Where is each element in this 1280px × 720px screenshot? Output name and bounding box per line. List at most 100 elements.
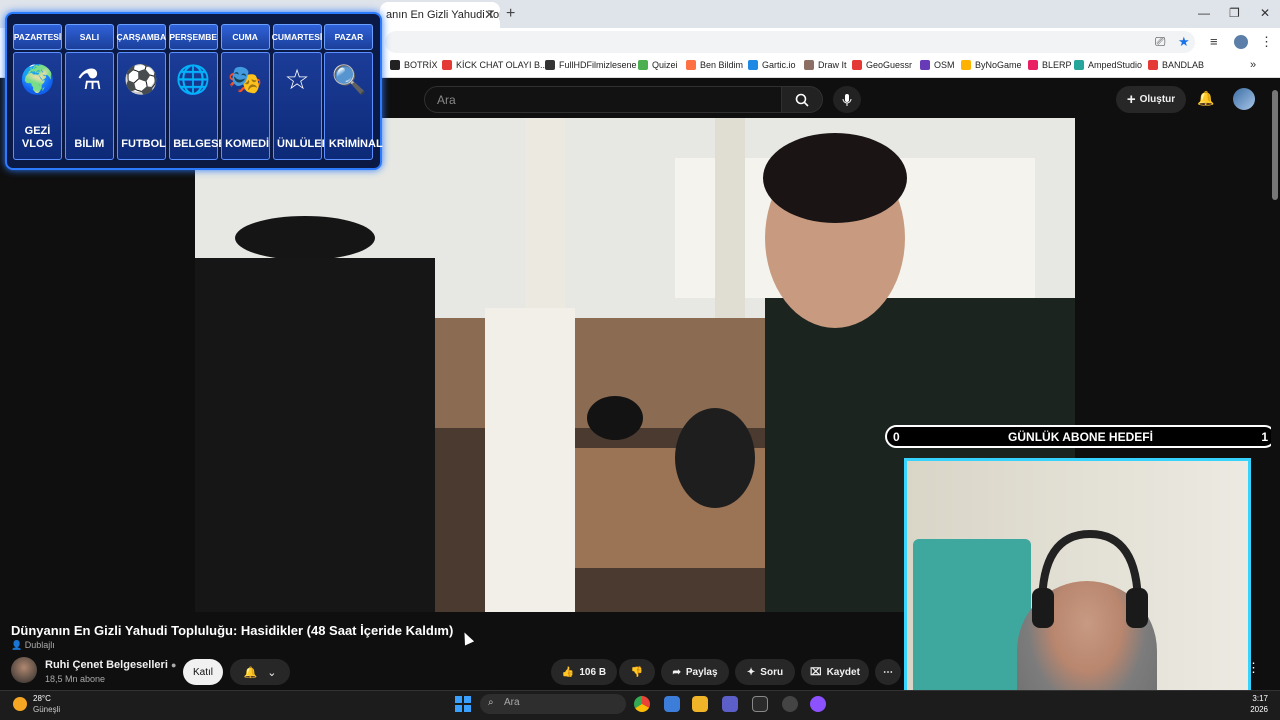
bookmark-label: GeoGuessr	[866, 60, 913, 70]
scrollbar-thumb[interactable]	[1272, 90, 1278, 200]
chevron-down-icon: ⌄	[267, 666, 277, 679]
bookmark-item[interactable]: BLERP	[1028, 60, 1072, 70]
streaming-app-taskbar-icon[interactable]	[810, 696, 826, 712]
share-label: Paylaş	[685, 666, 718, 678]
bookmark-item[interactable]: Draw It	[804, 60, 847, 70]
bookmarks-overflow-icon[interactable]: »	[1250, 59, 1256, 71]
user-avatar[interactable]	[1233, 88, 1255, 110]
webcam-overlay	[904, 458, 1251, 718]
taskbar-search[interactable]: Ara	[480, 694, 626, 714]
goal-current: 0	[893, 430, 900, 444]
dislike-button[interactable]: 👎	[619, 659, 655, 685]
bookmark-label: KİCK CHAT OLAYI B...	[456, 60, 548, 70]
bookmark-item[interactable]: Ben Bildim	[686, 60, 743, 70]
schedule-topic-icon: 🎭	[227, 64, 263, 95]
schedule-topic-icon: 🔍	[331, 64, 367, 95]
explorer-taskbar-icon[interactable]	[692, 696, 708, 712]
bookmark-favicon-icon	[545, 60, 555, 70]
bookmark-item[interactable]: GeoGuessr	[852, 60, 912, 70]
weather-desc[interactable]: Güneşli	[33, 705, 60, 714]
search-input[interactable]: Ara	[424, 86, 782, 113]
cast-icon[interactable]: ⎚	[1155, 34, 1165, 50]
media-icon[interactable]: ≡	[1210, 34, 1218, 49]
schedule-card: ⚗ BİLİM	[64, 52, 114, 160]
create-label: Oluştur	[1139, 94, 1176, 105]
more-vertical-icon[interactable]: ⋮	[1247, 660, 1260, 676]
headphones-icon	[1032, 529, 1148, 628]
schedule-day: SALI	[64, 24, 114, 50]
address-bar[interactable]	[385, 31, 1195, 53]
bell-icon: 🔔	[243, 666, 258, 679]
bookmark-label: Ben Bildim	[700, 60, 744, 70]
more-actions-button[interactable]: ⋯	[875, 659, 901, 685]
bookmark-item[interactable]: BOTRİX	[390, 60, 438, 70]
epic-games-taskbar-icon[interactable]	[752, 696, 768, 712]
clock-time[interactable]: 3:17	[1248, 694, 1268, 703]
subscription-bell-button[interactable]: 🔔 ⌄	[230, 659, 290, 685]
new-tab-button[interactable]: +	[506, 5, 515, 23]
channel-subscribers: 18,5 Mn abone	[45, 674, 106, 684]
save-button[interactable]: ⌧ Kaydet	[801, 659, 869, 685]
like-button[interactable]: 👍 106 B	[551, 659, 617, 685]
schedule-topic-icon: ⚽	[123, 64, 159, 95]
steam-taskbar-icon[interactable]	[782, 696, 798, 712]
sun-icon[interactable]	[13, 697, 27, 711]
chrome-taskbar-icon[interactable]	[634, 696, 650, 712]
bookmark-star-icon[interactable]: ★	[1178, 34, 1190, 50]
bookmark-item[interactable]: Quizei	[638, 60, 678, 70]
bookmark-item[interactable]: ByNoGame	[961, 60, 1022, 70]
ask-button[interactable]: ✦ Soru	[735, 659, 795, 685]
share-button[interactable]: ➦ Paylaş	[661, 659, 729, 685]
bookmark-item[interactable]: OSM	[920, 60, 955, 70]
schedule-topic: FUTBOL	[121, 138, 166, 150]
bookmark-item[interactable]: Gartic.io	[748, 60, 796, 70]
weather-temp[interactable]: 28°C	[33, 694, 51, 703]
teams-taskbar-icon[interactable]	[722, 696, 738, 712]
mic-icon	[842, 93, 852, 106]
schedule-topic: KRİMİNAL	[328, 138, 383, 150]
schedule-card: ⚽ FUTBOL	[116, 52, 166, 160]
browser-tab[interactable]: anın En Gizli Yahudi Toplul	[380, 2, 500, 28]
close-window-icon[interactable]: ✕	[1260, 6, 1270, 20]
schedule-card: 🔍 KRİMİNAL	[324, 52, 383, 160]
photos-taskbar-icon[interactable]	[664, 696, 680, 712]
create-button[interactable]: + Oluştur	[1116, 86, 1186, 113]
bookmark-icon: ⌧	[810, 666, 822, 678]
bookmark-item[interactable]: FullHDFilmizlesene	[545, 60, 637, 70]
bookmark-item[interactable]: KİCK CHAT OLAYI B...	[442, 60, 548, 70]
channel-name[interactable]: Ruhi Çenet Belgeselleri ●	[45, 659, 176, 671]
bookmark-label: Gartic.io	[762, 60, 796, 70]
ask-label: Soru	[760, 666, 784, 678]
menu-dots-icon[interactable]: ⋮	[1260, 34, 1273, 50]
verified-icon: ●	[170, 660, 177, 670]
bookmark-favicon-icon	[852, 60, 862, 70]
bookmark-label: BOTRİX	[404, 60, 438, 70]
search-button[interactable]	[781, 86, 823, 113]
schedule-day: ÇARŞAMBA	[117, 24, 166, 50]
voice-search-button[interactable]	[833, 86, 861, 113]
schedule-topic-icon: 🌍	[20, 64, 55, 95]
join-button[interactable]: Katıl	[183, 659, 223, 685]
video-title: Dünyanın En Gizli Yahudi Topluluğu: Hasi…	[11, 623, 454, 638]
schedule-day: PAZAR	[324, 24, 374, 50]
tab-close-icon[interactable]: ✕	[484, 7, 495, 23]
clock-date[interactable]: 2026	[1248, 705, 1268, 714]
bookmark-item[interactable]: AmpedStudio	[1074, 60, 1142, 70]
goal-target: 1	[1261, 430, 1268, 444]
notifications-bell-icon[interactable]: 🔔	[1197, 90, 1214, 107]
windows-start-icon[interactable]	[455, 696, 471, 712]
mouse-cursor	[459, 630, 475, 646]
restore-icon[interactable]: ❐	[1229, 6, 1240, 20]
profile-avatar[interactable]	[1234, 35, 1248, 49]
channel-avatar[interactable]	[11, 657, 37, 683]
bookmark-item[interactable]: BANDLAB	[1148, 60, 1204, 70]
minimize-icon[interactable]: —	[1198, 6, 1210, 20]
bookmark-label: BLERP	[1042, 60, 1072, 70]
schedule-day: CUMARTESİ	[272, 24, 322, 50]
dubbed-label: Dublajlı	[24, 640, 55, 650]
bookmark-label: Quizei	[652, 60, 678, 70]
schedule-topic: GEZİ VLOG	[21, 125, 54, 150]
schedule-card: 🌍 GEZİ VLOG	[13, 52, 62, 160]
tab-title: anın En Gizli Yahudi Toplul	[386, 9, 500, 21]
share-icon: ➦	[672, 666, 681, 678]
